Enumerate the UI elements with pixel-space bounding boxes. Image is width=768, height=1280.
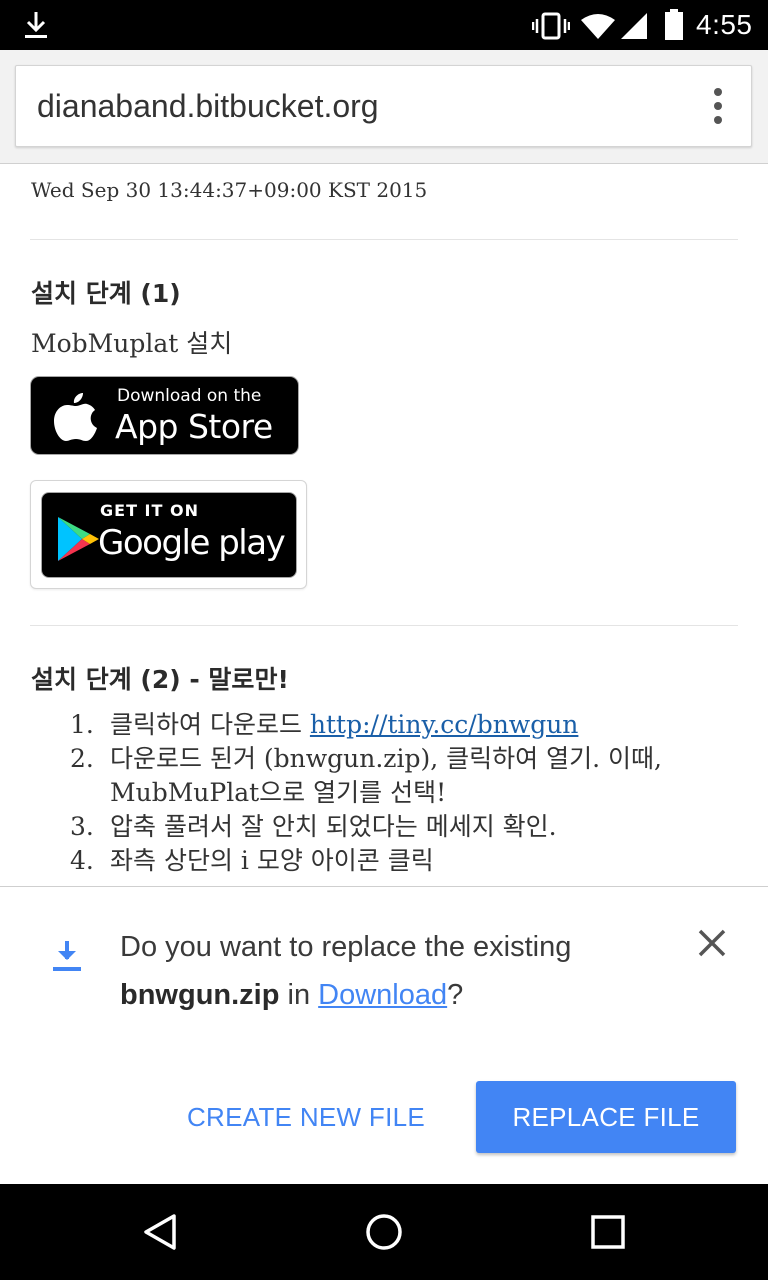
- divider: [30, 239, 738, 240]
- list-item: 3. 압축 풀려서 잘 안치 되었다는 메세지 확인.: [70, 810, 730, 844]
- page-date: Wed Sep 30 13:44:37+09:00 KST 2015: [31, 178, 428, 202]
- browser-toolbar: dianaband.bitbucket.org: [0, 50, 768, 164]
- step2-list: 1. 클릭하여 다운로드 http://tiny.cc/bnwgun 2. 다운로드…: [70, 708, 730, 878]
- download-replace-prompt: Do you want to replace the existing bnwg…: [0, 886, 768, 1185]
- list-number: 2.: [70, 744, 94, 773]
- list-text: 다운로드 된거 (bnwgun.zip), 클릭하여 열기. 이때, MubMu…: [110, 744, 662, 807]
- list-item: 2. 다운로드 된거 (bnwgun.zip), 클릭하여 열기. 이때, Mub…: [70, 742, 730, 810]
- divider: [30, 625, 738, 626]
- battery-icon: [665, 9, 683, 40]
- list-number: 1.: [70, 710, 94, 739]
- google-play-badge-frame[interactable]: GET IT ON Google play: [30, 480, 307, 589]
- navigation-bar: [0, 1184, 768, 1280]
- clock-time: 4:55: [696, 9, 753, 40]
- download-icon: [53, 941, 81, 971]
- step1-heading: 설치 단계 (1): [31, 279, 181, 308]
- download-icon: [25, 12, 47, 38]
- download-folder-link[interactable]: Download: [318, 979, 447, 1011]
- back-icon[interactable]: [140, 1212, 180, 1252]
- list-item: 1. 클릭하여 다운로드 http://tiny.cc/bnwgun: [70, 708, 730, 742]
- step1-text: MobMuplat 설치: [31, 329, 233, 358]
- list-item: 4. 좌측 상단의 i 모양 아이콘 클릭: [70, 844, 730, 878]
- replace-file-button[interactable]: REPLACE FILE: [476, 1081, 736, 1153]
- google-play-big-text: Google play: [98, 523, 286, 563]
- apple-icon: [54, 393, 97, 441]
- app-store-small-text: Download on the: [117, 386, 262, 406]
- signal-icon: [621, 13, 647, 39]
- url-text[interactable]: dianaband.bitbucket.org: [37, 88, 379, 125]
- list-text: 클릭하여 다운로드: [110, 710, 310, 739]
- app-store-big-text: App Store: [115, 407, 273, 446]
- vibrate-icon: [532, 12, 570, 40]
- status-bar: 4:55: [0, 0, 768, 50]
- step2-heading: 설치 단계 (2) - 말로만!: [31, 665, 289, 694]
- create-new-file-button[interactable]: CREATE NEW FILE: [176, 1081, 436, 1153]
- close-icon[interactable]: [696, 927, 728, 959]
- prompt-message: Do you want to replace the existing bnwg…: [120, 923, 640, 1019]
- wifi-icon: [581, 14, 615, 39]
- list-number: 3.: [70, 812, 94, 841]
- list-text: 좌측 상단의 i 모양 아이콘 클릭: [110, 846, 434, 875]
- page-content: Wed Sep 30 13:44:37+09:00 KST 2015 설치 단계…: [0, 164, 768, 886]
- overflow-menu-icon[interactable]: [713, 88, 723, 124]
- google-play-small-text: GET IT ON: [100, 501, 199, 520]
- list-number: 4.: [70, 846, 94, 875]
- prompt-in: in: [279, 979, 319, 1011]
- download-link[interactable]: http://tiny.cc/bnwgun: [310, 710, 579, 739]
- prompt-suffix: ?: [447, 979, 464, 1011]
- prompt-filename: bnwgun.zip: [120, 979, 280, 1011]
- address-bar[interactable]: dianaband.bitbucket.org: [15, 65, 752, 147]
- prompt-prefix: Do you want to replace the existing: [120, 931, 572, 963]
- recents-icon[interactable]: [590, 1214, 626, 1250]
- list-text: 압축 풀려서 잘 안치 되었다는 메세지 확인.: [110, 812, 557, 841]
- google-play-badge[interactable]: GET IT ON Google play: [41, 492, 297, 578]
- google-play-icon: [58, 517, 99, 561]
- home-icon[interactable]: [364, 1212, 404, 1252]
- app-store-badge[interactable]: Download on the App Store: [30, 376, 299, 455]
